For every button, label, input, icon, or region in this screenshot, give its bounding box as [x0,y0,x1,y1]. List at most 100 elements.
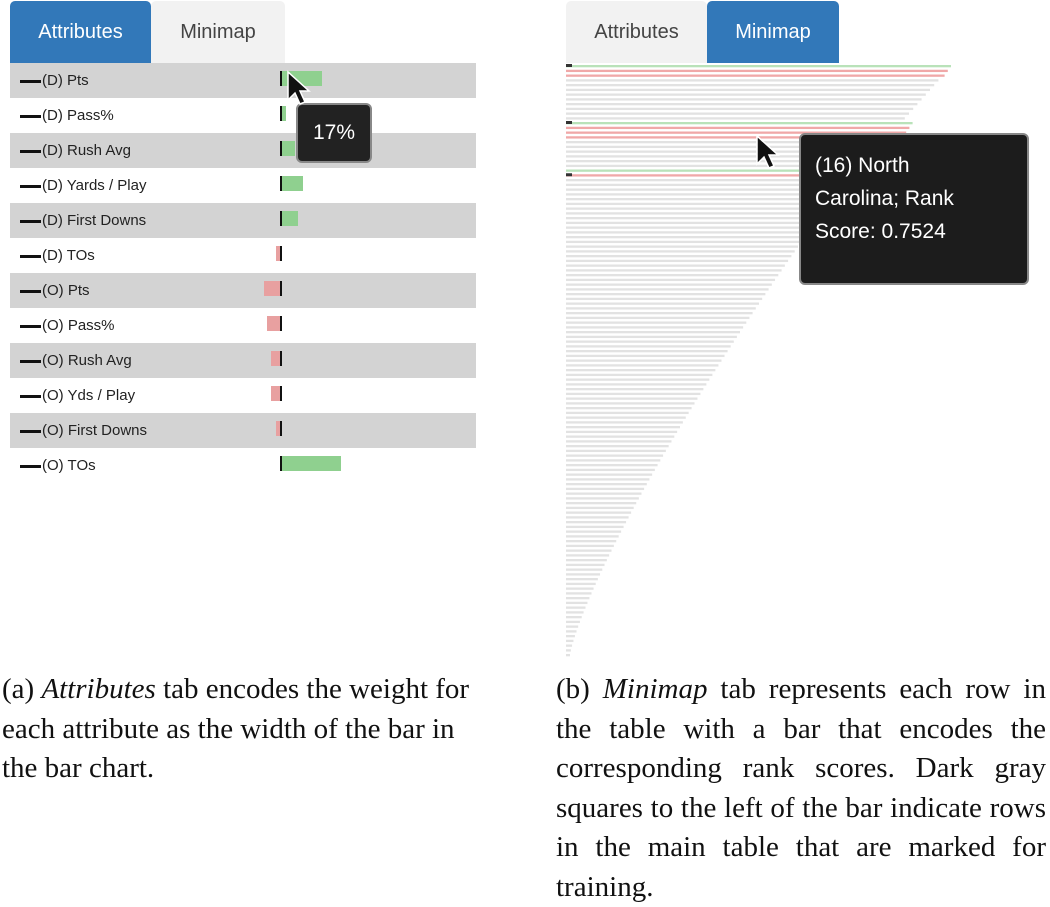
minimap-row-bar[interactable] [566,112,909,115]
minimap-row-bar[interactable] [566,397,698,400]
minimap-row-bar[interactable] [566,264,785,267]
minimap-row-bar[interactable] [566,240,802,244]
minimap-row-bar[interactable] [566,563,605,567]
minimap-row-bar[interactable] [566,644,573,647]
minimap-row-bar[interactable] [566,388,704,391]
minimap-row-bar[interactable] [566,369,716,372]
minimap-row-bar[interactable] [566,79,939,82]
minimap-row-bar[interactable] [566,521,627,524]
minimap-row-bar[interactable] [566,207,825,210]
minimap-row-bar[interactable] [566,335,737,339]
minimap-row-bar[interactable] [566,126,910,130]
minimap-row-bar[interactable] [566,625,579,628]
minimap-row-bar[interactable] [566,392,701,396]
minimap-row-bar[interactable] [566,359,722,362]
minimap-row-bar[interactable] [566,511,632,514]
minimap-row-bar[interactable] [566,506,634,510]
minimap-row-bar[interactable] [566,117,905,120]
minimap-row-bar[interactable] [566,84,935,87]
minimap-row-bar[interactable] [566,236,805,239]
minimap-row-bar[interactable] [566,597,590,600]
minimap-row-bar[interactable] [566,649,571,652]
minimap-row-bar[interactable] [566,487,645,491]
drag-handle-icon[interactable] [20,395,41,398]
minimap-row-bar[interactable] [566,483,647,486]
drag-handle-icon[interactable] [20,290,41,293]
minimap-row-bar[interactable] [566,297,763,301]
minimap-row-bar[interactable] [566,606,586,609]
minimap-row-bar[interactable] [566,316,750,320]
minimap-row-bar[interactable] [566,639,574,643]
minimap-row-bar[interactable] [566,288,769,291]
minimap-row-bar[interactable] [566,449,666,453]
minimap-row-bar[interactable] [566,122,913,125]
minimap-row-bar[interactable] [566,578,598,581]
minimap-row-bar[interactable] [566,226,809,229]
minimap-row-bar[interactable] [566,535,619,538]
minimap-row-bar[interactable] [566,454,664,457]
minimap-row-bar[interactable] [566,654,570,657]
minimap-row-bar[interactable] [566,293,766,296]
minimap-row-bar[interactable] [566,274,779,277]
drag-handle-icon[interactable] [20,150,41,153]
attribute-row[interactable]: (D) Pass% [10,98,476,133]
minimap-row-bar[interactable] [566,193,838,196]
minimap-row-bar[interactable] [566,554,610,557]
minimap-row-bar[interactable] [566,378,710,381]
minimap-row-bar[interactable] [566,402,695,405]
minimap-row-bar[interactable] [566,407,692,410]
minimap-row-bar[interactable] [566,321,747,324]
minimap-row-bar[interactable] [566,198,834,201]
minimap-row-bar[interactable] [566,430,678,434]
drag-handle-icon[interactable] [20,360,41,363]
minimap-row-bar[interactable] [566,435,675,438]
minimap-row-bar[interactable] [566,74,945,77]
minimap-row-bar[interactable] [566,245,799,248]
tab-attributes[interactable]: Attributes [566,1,707,63]
minimap-row-bar[interactable] [566,250,795,253]
minimap-row-bar[interactable] [566,601,588,605]
minimap-row-bar[interactable] [566,283,772,286]
minimap-row-bar[interactable] [566,459,661,462]
minimap-row-bar[interactable] [566,592,592,595]
weight-bar[interactable] [281,176,303,191]
minimap-row-bar[interactable] [566,93,926,96]
minimap-row-bar[interactable] [566,88,930,92]
minimap-row-bar[interactable] [566,549,612,552]
attribute-row[interactable]: (D) TOs [10,238,476,273]
minimap-row-bar[interactable] [566,217,817,220]
drag-handle-icon[interactable] [20,255,41,258]
minimap-row-bar[interactable] [566,468,655,472]
minimap-row-bar[interactable] [566,620,580,624]
minimap-row-bar[interactable] [566,364,719,367]
drag-handle-icon[interactable] [20,80,41,83]
minimap-row-bar[interactable] [566,98,922,101]
minimap-row-bar[interactable] [566,269,782,272]
minimap-row-bar[interactable] [566,630,577,633]
minimap-row-bar[interactable] [566,426,680,429]
minimap-row-bar[interactable] [566,350,728,353]
minimap-row-bar[interactable] [566,516,629,519]
minimap-row-bar[interactable] [566,326,744,329]
attribute-row[interactable]: (O) Rush Avg [10,343,476,378]
minimap-row-bar[interactable] [566,416,686,419]
minimap-row-bar[interactable] [566,345,731,348]
attribute-row[interactable]: (D) Pts [10,63,476,98]
minimap-row-bar[interactable] [566,587,594,590]
drag-handle-icon[interactable] [20,325,41,328]
attribute-row[interactable]: (O) Yds / Play [10,378,476,413]
minimap-row-bar[interactable] [566,544,614,548]
minimap-row-bar[interactable] [566,259,789,263]
attribute-row[interactable]: (O) Pts [10,273,476,308]
minimap-row-bar[interactable] [566,331,741,334]
minimap-row-bar[interactable] [566,478,650,481]
minimap-row-bar[interactable] [566,354,725,358]
tab-minimap[interactable]: Minimap [707,1,839,63]
minimap-row-bar[interactable] [566,278,776,282]
minimap-row-bar[interactable] [566,231,808,234]
minimap-row-bar[interactable] [566,212,821,215]
minimap-row-bar[interactable] [566,312,753,315]
tab-attributes[interactable]: Attributes [10,1,151,63]
minimap-row-bar[interactable] [566,107,914,111]
drag-handle-icon[interactable] [20,220,41,223]
